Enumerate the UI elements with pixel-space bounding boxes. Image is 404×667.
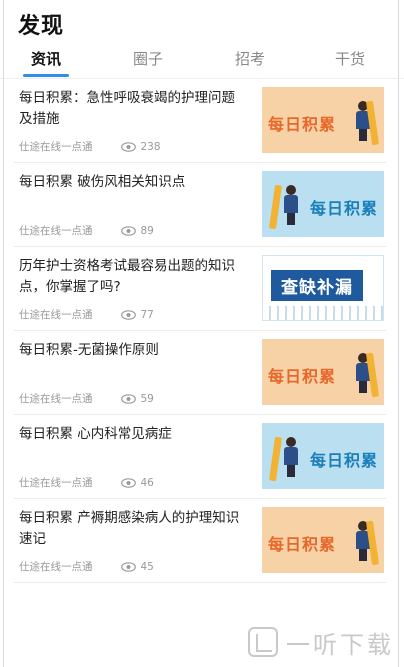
thumbnail-caption: 每日积累: [268, 115, 337, 134]
view-count: 46: [140, 476, 154, 489]
tab-bar: 资讯 圈子 招考 干货: [0, 48, 404, 78]
article-source: 仕途在线一点通: [19, 141, 93, 153]
teacher-figure: [284, 437, 298, 477]
watermark-text: 一听下载: [286, 630, 394, 659]
view-count: 89: [140, 224, 154, 237]
article-item[interactable]: 每日积累-无菌操作原则 仕途在线一点通 59 每日积累: [0, 331, 404, 415]
article-item[interactable]: 每日积累 心内科常见病症 仕途在线一点通 46 每日积累: [0, 415, 404, 499]
view-count: 238: [140, 140, 161, 153]
article-thumbnail: 每日积累: [262, 171, 384, 237]
article-source: 仕途在线一点通: [19, 477, 93, 489]
tab-resources[interactable]: 干货: [335, 48, 365, 69]
watermark-logo-icon: [248, 627, 278, 657]
teacher-figure: [284, 185, 298, 225]
article-title: 历年护士资格考试最容易出题的知识点，你掌握了吗?: [19, 258, 235, 295]
article-source: 仕途在线一点通: [19, 393, 93, 405]
page-title: 发现: [18, 14, 65, 39]
article-item[interactable]: 每日积累 产褥期感染病人的护理知识速记 仕途在线一点通 45 每日积累: [0, 499, 404, 583]
eye-icon: [120, 393, 136, 404]
article-meta: 仕途在线一点通 45: [19, 559, 154, 574]
article-thumbnail: 每日积累: [262, 507, 384, 573]
article-thumbnail: 每日积累: [262, 87, 384, 153]
tab-recruitment[interactable]: 招考: [235, 48, 265, 69]
active-tab-indicator: [23, 74, 69, 77]
article-meta: 仕途在线一点通 89: [19, 223, 154, 238]
site-watermark: 一听下载: [248, 620, 398, 664]
item-divider: [14, 582, 386, 583]
article-item[interactable]: 每日积累 破伤风相关知识点 仕途在线一点通 89 每日积累: [0, 163, 404, 247]
tab-news[interactable]: 资讯: [31, 48, 61, 69]
eye-icon: [120, 561, 136, 572]
article-thumbnail: 每日积累: [262, 339, 384, 405]
article-item[interactable]: 每日积累：急性呼吸衰竭的护理问题及措施 仕途在线一点通 238 每日积累: [0, 79, 404, 163]
article-title: 每日积累 产褥期感染病人的护理知识速记: [19, 510, 240, 547]
tab-circle[interactable]: 圈子: [133, 48, 163, 69]
article-title: 每日积累 心内科常见病症: [19, 426, 172, 442]
thumbnail-caption: 每日积累: [309, 451, 378, 470]
thumbnail-caption: 每日积累: [309, 199, 378, 218]
thumbnail-caption: 查缺补漏: [271, 270, 363, 301]
article-title: 每日积累：急性呼吸衰竭的护理问题及措施: [19, 90, 235, 127]
view-count: 45: [140, 560, 154, 573]
eye-icon: [120, 309, 136, 320]
thumbnail-caption: 每日积累: [268, 367, 337, 386]
view-count: 77: [140, 308, 154, 321]
article-item[interactable]: 历年护士资格考试最容易出题的知识点，你掌握了吗? 仕途在线一点通 77 查缺补漏: [0, 247, 404, 331]
article-title: 每日积累-无菌操作原则: [19, 342, 159, 358]
article-list: 每日积累：急性呼吸衰竭的护理问题及措施 仕途在线一点通 238 每日积累 每日积…: [0, 79, 404, 583]
notebook-stripes: [263, 306, 383, 320]
eye-icon: [120, 477, 136, 488]
eye-icon: [120, 225, 136, 236]
article-source: 仕途在线一点通: [19, 561, 93, 573]
eye-icon: [120, 141, 136, 152]
article-meta: 仕途在线一点通 46: [19, 475, 154, 490]
article-meta: 仕途在线一点通 59: [19, 391, 154, 406]
article-meta: 仕途在线一点通 77: [19, 307, 154, 322]
pencil-graphic: [268, 184, 283, 230]
article-title: 每日积累 破伤风相关知识点: [19, 174, 186, 190]
article-source: 仕途在线一点通: [19, 225, 93, 237]
article-source: 仕途在线一点通: [19, 309, 93, 321]
article-thumbnail: 查缺补漏: [262, 255, 384, 321]
article-thumbnail: 每日积累: [262, 423, 384, 489]
view-count: 59: [140, 392, 154, 405]
article-meta: 仕途在线一点通 238: [19, 139, 161, 154]
pencil-graphic: [268, 436, 283, 482]
thumbnail-caption: 每日积累: [268, 535, 337, 554]
